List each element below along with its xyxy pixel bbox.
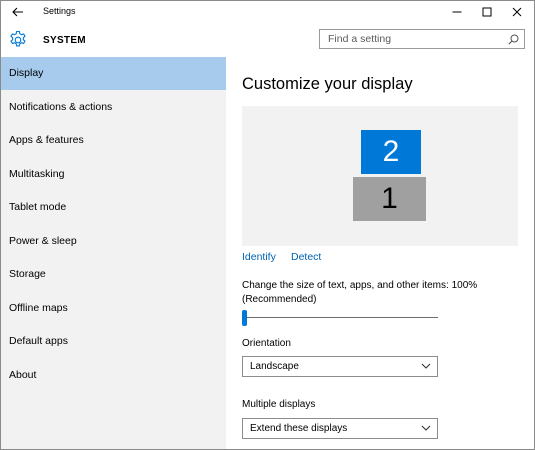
section-title: SYSTEM (43, 35, 86, 46)
sidebar-item-default-apps[interactable]: Default apps (1, 325, 226, 358)
close-button[interactable] (502, 1, 532, 23)
sidebar-item-display[interactable]: Display (1, 57, 226, 90)
title-bar: Settings (1, 1, 534, 23)
main-content: Customize your display 2 1 Identify Dete… (226, 57, 534, 449)
minimize-icon (452, 11, 462, 13)
scale-label: Change the size of text, apps, and other… (242, 280, 478, 305)
sidebar-item-label: Notifications & actions (9, 101, 113, 113)
sidebar-item-tablet-mode[interactable]: Tablet mode (1, 191, 226, 224)
sidebar-item-storage[interactable]: Storage (1, 258, 226, 291)
search-placeholder: Find a setting (328, 33, 392, 45)
page-title: Customize your display (242, 75, 413, 93)
back-button[interactable] (5, 1, 31, 23)
sidebar-item-label: About (9, 369, 37, 381)
sidebar-item-label: Tablet mode (9, 201, 67, 213)
multiple-displays-dropdown[interactable]: Extend these displays (242, 418, 438, 439)
gear-icon (10, 30, 26, 47)
sidebar-item-label: Multitasking (9, 168, 65, 180)
multiple-displays-label: Multiple displays (242, 399, 316, 410)
sidebar-item-about[interactable]: About (1, 359, 226, 392)
sidebar-item-notifications[interactable]: Notifications & actions (1, 91, 226, 124)
chevron-down-icon (421, 363, 431, 369)
sidebar-item-label: Offline maps (9, 302, 68, 314)
settings-header: SYSTEM Find a setting (1, 23, 534, 57)
detect-link[interactable]: Detect (291, 251, 321, 263)
monitor-2[interactable]: 2 (361, 130, 421, 174)
close-icon (512, 7, 522, 17)
identify-link[interactable]: Identify (242, 251, 276, 263)
multiple-displays-value: Extend these displays (250, 423, 348, 434)
orientation-dropdown[interactable]: Landscape (242, 356, 438, 377)
display-arrangement: 2 1 (242, 106, 518, 246)
maximize-button[interactable] (472, 1, 502, 23)
back-arrow-icon (12, 7, 23, 17)
minimize-button[interactable] (442, 1, 472, 23)
sidebar-item-label: Storage (9, 268, 46, 280)
orientation-value: Landscape (250, 361, 299, 372)
search-icon[interactable] (508, 34, 519, 45)
monitor-1[interactable]: 1 (353, 177, 426, 221)
window-title: Settings (43, 6, 76, 16)
chevron-down-icon (421, 425, 431, 431)
sidebar-item-label: Power & sleep (9, 235, 77, 247)
sidebar-item-offline-maps[interactable]: Offline maps (1, 292, 226, 325)
search-input[interactable]: Find a setting (319, 29, 525, 49)
scale-slider-track[interactable] (242, 317, 438, 318)
sidebar-item-power-sleep[interactable]: Power & sleep (1, 225, 226, 258)
sidebar-item-apps-features[interactable]: Apps & features (1, 124, 226, 157)
sidebar: Display Notifications & actions Apps & f… (1, 57, 226, 449)
sidebar-item-label: Default apps (9, 335, 68, 347)
maximize-icon (482, 7, 492, 17)
settings-window: Settings SYSTEM Find a setting Display N… (0, 0, 535, 450)
orientation-label: Orientation (242, 338, 291, 349)
sidebar-item-multitasking[interactable]: Multitasking (1, 158, 226, 191)
scale-slider-thumb[interactable] (242, 310, 247, 326)
sidebar-item-label: Display (9, 67, 44, 79)
sidebar-item-label: Apps & features (9, 134, 84, 146)
